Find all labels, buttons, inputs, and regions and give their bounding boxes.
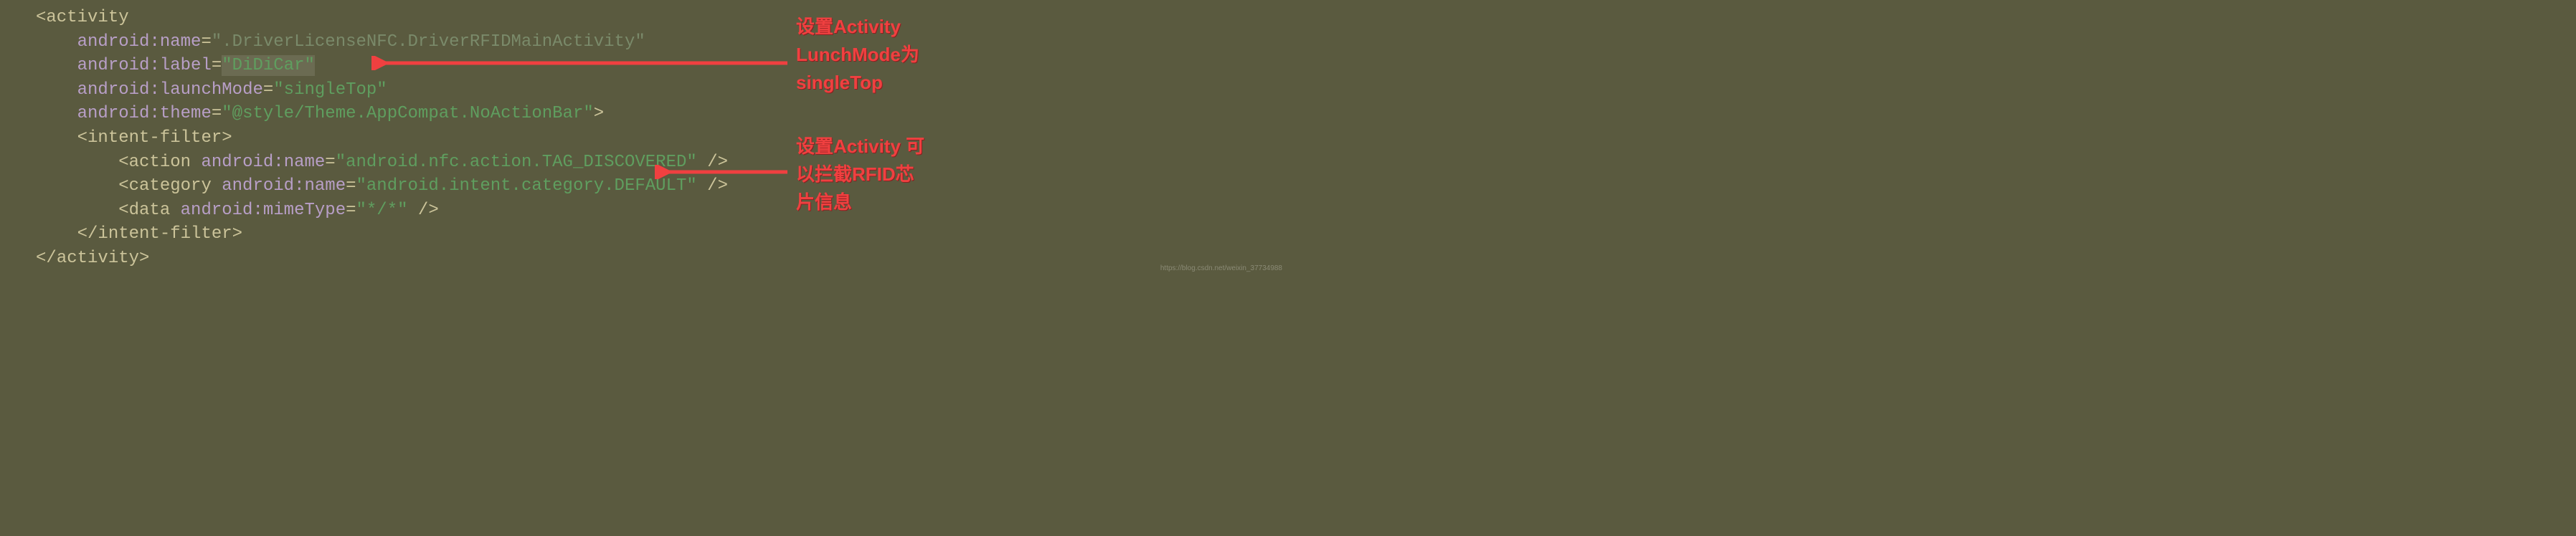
code-line-7: <action android:name="android.nfc.action…: [36, 150, 1252, 175]
attr-key: label: [160, 56, 212, 75]
bracket: >: [232, 224, 242, 244]
code-block: <activity android:name=".DriverLicenseNF…: [36, 6, 1252, 271]
colon: :: [149, 56, 159, 75]
colon: :: [149, 32, 159, 52]
equals: =: [212, 104, 222, 123]
bracket: <: [36, 8, 46, 27]
attr-namespace: android: [222, 176, 294, 196]
bracket: >: [222, 128, 232, 148]
tag: data: [129, 201, 171, 220]
annotation-launchmode: 设置Activity LunchMode为 singleTop: [796, 13, 919, 97]
bracket: />: [408, 201, 439, 220]
attr-value: ".DriverLicenseNFC.DriverRFIDMainActivit…: [212, 32, 645, 52]
attr-key: name: [304, 176, 346, 196]
colon: :: [252, 201, 262, 220]
code-line-10: </intent-filter>: [36, 222, 1252, 247]
code-line-4: android:launchMode="singleTop": [36, 78, 1252, 102]
tag: activity: [57, 249, 139, 268]
bracket: />: [697, 176, 728, 196]
colon: :: [273, 153, 283, 172]
annotation-text-line: 片信息: [796, 188, 924, 216]
attr-value: "DiDiCar": [222, 56, 315, 75]
annotation-text-line: 设置Activity: [796, 13, 919, 41]
attr-value: "*/*": [356, 201, 408, 220]
annotation-text-line: singleTop: [796, 69, 919, 97]
equals: =: [201, 32, 211, 52]
attr-value: "android.nfc.action.TAG_DISCOVERED": [336, 153, 697, 172]
code-line-6: <intent-filter>: [36, 126, 1252, 150]
attr-value: "android.intent.category.DEFAULT": [356, 176, 697, 196]
attr-namespace: android: [77, 56, 150, 75]
attr-namespace: android: [181, 201, 253, 220]
code-line-8: <category android:name="android.intent.c…: [36, 174, 1252, 198]
attr-value: "@style/Theme.AppCompat.NoActionBar": [222, 104, 593, 123]
highlighted-value: "DiDiCar": [222, 55, 315, 76]
attr-key: launchMode: [160, 80, 263, 100]
bracket: <: [118, 153, 128, 172]
annotation-rfid: 设置Activity 可 以拦截RFID芯 片信息: [796, 133, 924, 216]
attr-key: name: [160, 32, 202, 52]
bracket: </: [77, 224, 98, 244]
bracket: />: [697, 153, 728, 172]
code-line-9: <data android:mimeType="*/*" />: [36, 198, 1252, 223]
attr-key: mimeType: [263, 201, 346, 220]
attr-key: theme: [160, 104, 212, 123]
annotation-text-line: 设置Activity 可: [796, 133, 924, 161]
watermark-text: https://blog.csdn.net/weixin_37734988: [1160, 264, 1282, 274]
equals: =: [325, 153, 335, 172]
attr-key: name: [284, 153, 326, 172]
bracket: </: [36, 249, 57, 268]
tag: category: [129, 176, 212, 196]
code-line-1: <activity: [36, 6, 1252, 30]
code-line-5: android:theme="@style/Theme.AppCompat.No…: [36, 102, 1252, 126]
bracket: <: [77, 128, 87, 148]
attr-namespace: android: [201, 153, 273, 172]
colon: :: [149, 104, 159, 123]
bracket: <: [118, 176, 128, 196]
colon: :: [294, 176, 304, 196]
code-line-11: </activity>: [36, 247, 1252, 271]
tag: activity: [46, 8, 128, 27]
bracket: >: [594, 104, 604, 123]
equals: =: [346, 176, 356, 196]
tag: intent-filter: [98, 224, 232, 244]
bracket: <: [118, 201, 128, 220]
attr-namespace: android: [77, 80, 150, 100]
code-line-3: android:label="DiDiCar": [36, 54, 1252, 78]
tag: intent-filter: [87, 128, 222, 148]
attr-value: "singleTop": [273, 80, 387, 100]
annotation-text-line: LunchMode为: [796, 41, 919, 69]
equals: =: [346, 201, 356, 220]
annotation-text-line: 以拦截RFID芯: [796, 161, 924, 188]
colon: :: [149, 80, 159, 100]
attr-namespace: android: [77, 32, 150, 52]
tag: action: [129, 153, 191, 172]
equals: =: [263, 80, 273, 100]
attr-namespace: android: [77, 104, 150, 123]
equals: =: [212, 56, 222, 75]
code-line-2: android:name=".DriverLicenseNFC.DriverRF…: [36, 30, 1252, 54]
bracket: >: [139, 249, 149, 268]
